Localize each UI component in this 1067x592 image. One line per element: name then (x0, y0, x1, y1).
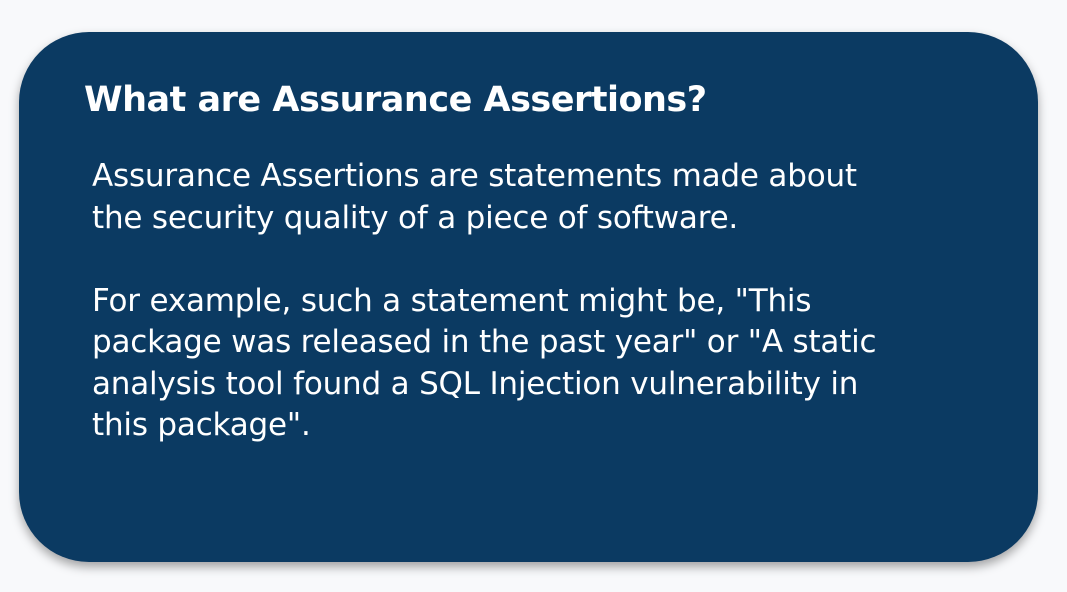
info-card: What are Assurance Assertions? Assurance… (19, 32, 1038, 562)
example-line: analysis tool found a SQL Injection vuln… (92, 365, 859, 402)
example-line: For example, such a statement might be, … (92, 282, 812, 319)
definition-line: Assurance Assertions are statements made… (92, 158, 857, 194)
example-line: this package". (92, 407, 311, 443)
card-body: Assurance Assertions are statements made… (92, 156, 992, 447)
definition-line: the security quality of a piece of softw… (92, 199, 739, 236)
example-paragraph: For example, such a statement might be, … (92, 281, 992, 447)
card-title: What are Assurance Assertions? (84, 80, 707, 120)
example-line: package was released in the past year" o… (92, 324, 877, 360)
definition-paragraph: Assurance Assertions are statements made… (92, 156, 992, 239)
